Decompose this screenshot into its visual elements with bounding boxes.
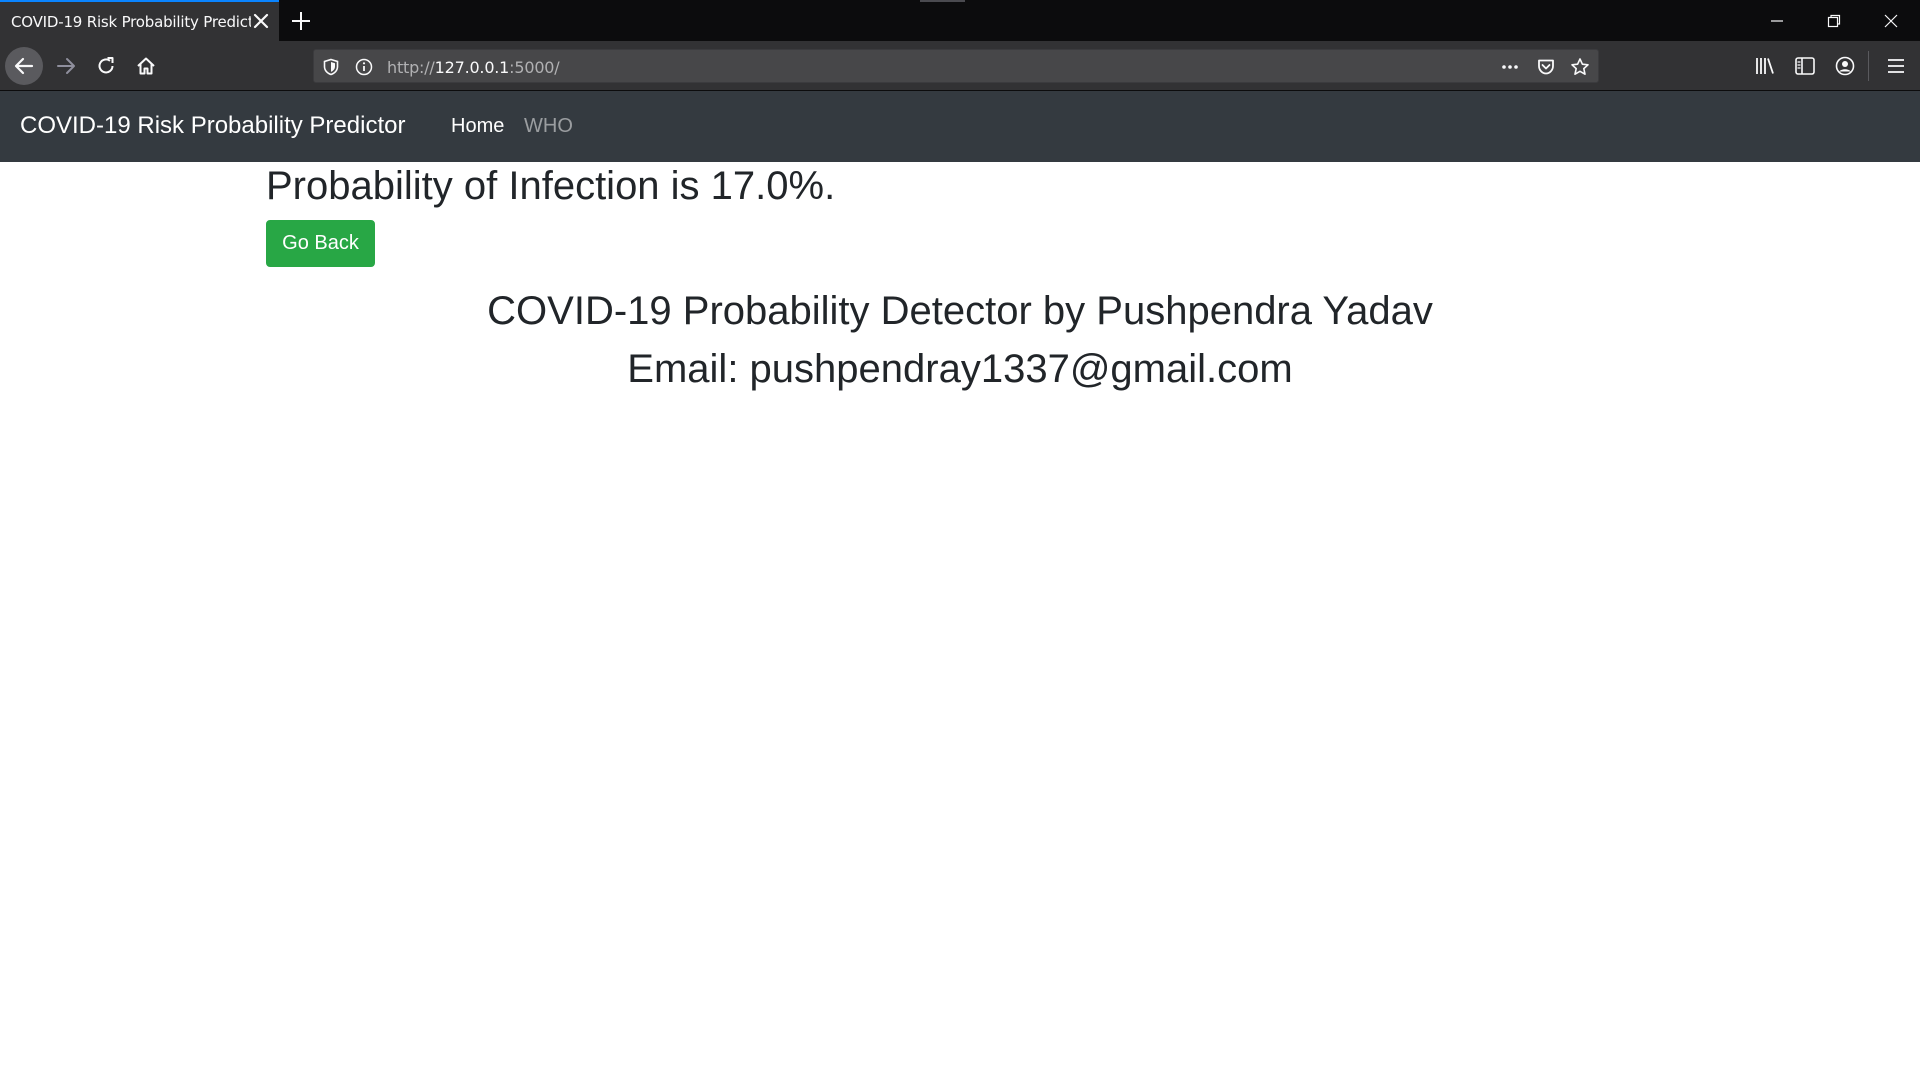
- url-text[interactable]: http://127.0.0.1:5000/: [387, 58, 560, 77]
- shield-icon[interactable]: [321, 57, 341, 77]
- browser-toolbar: http://127.0.0.1:5000/: [0, 41, 1920, 91]
- account-icon[interactable]: [1833, 54, 1857, 78]
- reload-icon[interactable]: [87, 47, 125, 85]
- arrow-right-icon[interactable]: [47, 47, 85, 85]
- author-email: Email: pushpendray1337@gmail.com: [627, 347, 1293, 391]
- close-icon[interactable]: [251, 11, 271, 31]
- star-icon[interactable]: [1570, 57, 1590, 77]
- sidebar-icon[interactable]: [1793, 54, 1817, 78]
- nav-link-home[interactable]: Home: [451, 115, 504, 138]
- url-scheme: http://: [387, 58, 435, 77]
- site-brand[interactable]: COVID-19 Risk Probability Predictor: [20, 112, 405, 140]
- window-drag-indicator: [920, 0, 965, 2]
- browser-tab-active[interactable]: COVID-19 Risk Probability Predictor: [0, 0, 279, 41]
- pocket-icon[interactable]: [1536, 57, 1556, 77]
- browser-tabstrip: COVID-19 Risk Probability Predictor: [0, 0, 1920, 41]
- url-host: 127.0.0.1: [434, 58, 510, 77]
- library-icon[interactable]: [1753, 54, 1777, 78]
- plus-icon[interactable]: [288, 8, 314, 34]
- info-icon[interactable]: [354, 57, 374, 77]
- nav-link-who[interactable]: WHO: [524, 115, 573, 138]
- tab-title: COVID-19 Risk Probability Predictor: [11, 12, 251, 31]
- url-bar[interactable]: http://127.0.0.1:5000/: [313, 49, 1599, 83]
- restore-icon[interactable]: [1806, 0, 1862, 41]
- arrow-left-icon[interactable]: [5, 47, 43, 85]
- close-window-icon[interactable]: [1863, 0, 1919, 41]
- go-back-button[interactable]: Go Back: [266, 220, 375, 267]
- result-heading: Probability of Infection is 17.0%.: [266, 164, 836, 208]
- minimize-icon[interactable]: [1749, 0, 1805, 41]
- author-credit: COVID-19 Probability Detector by Pushpen…: [487, 289, 1433, 333]
- hamburger-menu-icon[interactable]: [1884, 54, 1908, 78]
- home-icon[interactable]: [127, 47, 165, 85]
- site-navbar: COVID-19 Risk Probability Predictor Home…: [0, 91, 1920, 162]
- toolbar-separator: [1868, 51, 1869, 81]
- url-port-path: :5000/: [509, 58, 560, 77]
- more-horizontal-icon[interactable]: [1500, 57, 1520, 77]
